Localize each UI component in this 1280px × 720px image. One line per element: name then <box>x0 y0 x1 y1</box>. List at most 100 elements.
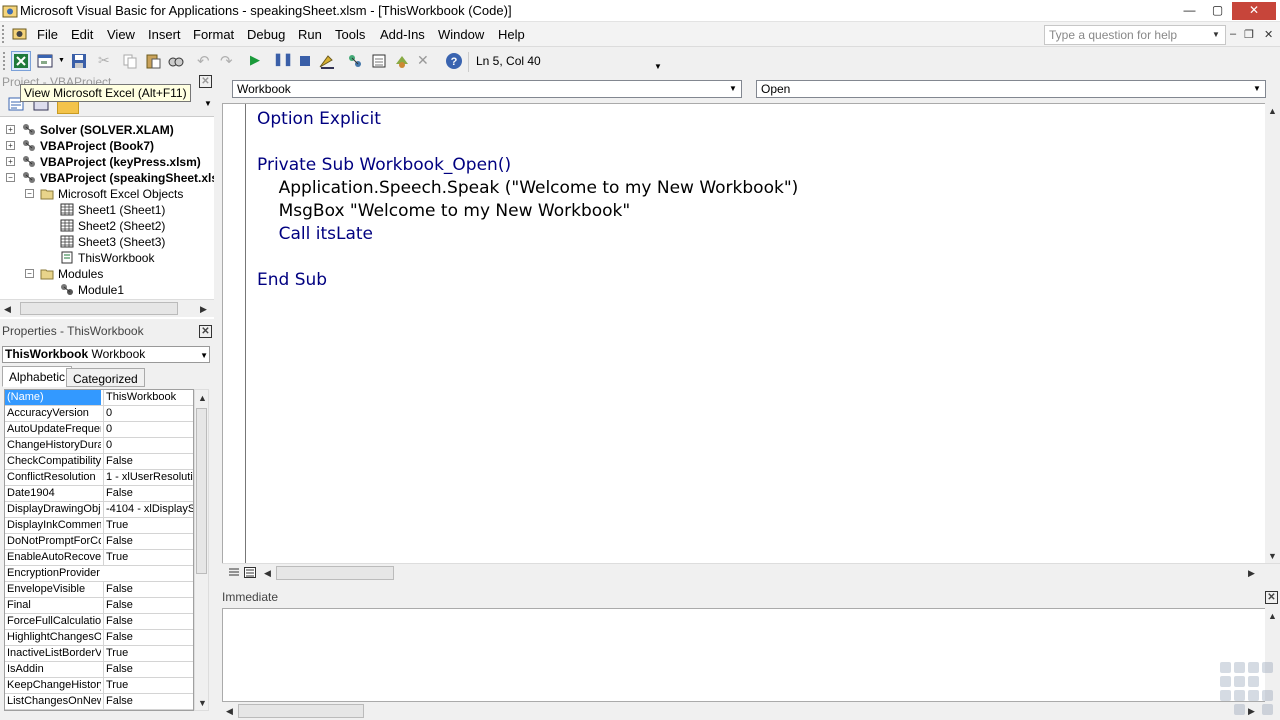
paste-icon[interactable] <box>144 52 162 70</box>
property-value[interactable]: False <box>103 630 193 645</box>
code-line-1[interactable]: Option Explicit <box>257 109 381 129</box>
property-value[interactable]: False <box>103 662 193 677</box>
object-dropdown[interactable]: Workbook ▼ <box>232 80 742 98</box>
property-row[interactable]: ConflictResolution 1 - xlUserResolution <box>5 470 193 486</box>
immediate-input[interactable] <box>222 608 1266 702</box>
code-vscrollbar[interactable]: ▲ ▼ <box>1265 103 1280 565</box>
properties-object-select[interactable]: ThisWorkbook Workbook ▼ <box>2 346 210 363</box>
project-explorer-close-icon[interactable]: ✕ <box>199 75 212 88</box>
vba-app-icon[interactable] <box>2 3 18 19</box>
property-value[interactable]: False <box>103 582 193 597</box>
cut-icon[interactable]: ✂ <box>98 52 116 70</box>
minimize-button[interactable]: — <box>1176 2 1203 20</box>
object-browser-icon[interactable] <box>393 52 411 70</box>
tab-alphabetic[interactable]: Alphabetic <box>2 366 73 387</box>
toolbar-options-icon[interactable]: ▼ <box>654 62 662 71</box>
insert-dropdown-icon[interactable]: ▼ <box>58 57 65 64</box>
menu-debug[interactable]: Debug <box>247 27 285 42</box>
menu-grip[interactable] <box>2 25 6 43</box>
property-value[interactable]: False <box>103 534 193 549</box>
help-search-input[interactable]: Type a question for help <box>1044 25 1226 45</box>
mdi-close-button[interactable]: ✕ <box>1264 28 1273 41</box>
chevron-down-icon[interactable]: ▼ <box>200 348 208 363</box>
menu-add-ins[interactable]: Add-Ins <box>380 27 425 42</box>
toolbox-icon[interactable]: ✕ <box>417 52 435 70</box>
property-row[interactable]: AccuracyVersion 0 <box>5 406 193 422</box>
tree-sheet3[interactable]: Sheet3 (Sheet3) <box>60 234 165 250</box>
property-value[interactable]: True <box>103 518 193 533</box>
property-value[interactable]: False <box>103 454 193 469</box>
full-module-view-icon[interactable] <box>244 567 256 578</box>
immediate-close-icon[interactable]: ✕ <box>1265 591 1278 604</box>
collapse-speakingsheet-icon[interactable]: − <box>6 173 15 182</box>
maximize-button[interactable]: ▢ <box>1204 2 1231 20</box>
insert-userform-icon[interactable] <box>36 52 54 70</box>
expand-book7-icon[interactable]: + <box>6 141 15 150</box>
scroll-up-icon[interactable]: ▲ <box>198 393 207 403</box>
menu-view[interactable]: View <box>107 27 135 42</box>
expand-keypress-icon[interactable]: + <box>6 157 15 166</box>
properties-window-icon[interactable] <box>370 52 388 70</box>
property-value[interactable]: -4104 - xlDisplayShapes <box>103 502 193 517</box>
code-margin[interactable] <box>223 104 246 564</box>
mdi-restore-button[interactable]: ❐ <box>1244 28 1254 41</box>
tree-sheet2[interactable]: Sheet2 (Sheet2) <box>60 218 165 234</box>
property-row[interactable]: AutoUpdateFrequency0 <box>5 422 193 438</box>
property-row[interactable]: EnableAutoRecover True <box>5 550 193 566</box>
property-value[interactable]: 1 - xlUserResolution <box>103 470 193 485</box>
property-value[interactable]: False <box>103 598 193 613</box>
scroll-thumb[interactable] <box>276 566 394 580</box>
tree-folder-excel-objects[interactable]: Microsoft Excel Objects <box>40 186 183 202</box>
run-icon[interactable]: ▶ <box>250 52 268 70</box>
code-line-5[interactable]: MsgBox "Welcome to my New Workbook" <box>257 201 631 221</box>
property-row[interactable]: ForceFullCalculation False <box>5 614 193 630</box>
menu-edit[interactable]: Edit <box>71 27 93 42</box>
collapse-excel-objects-icon[interactable]: − <box>25 189 34 198</box>
code-hscrollbar[interactable]: ◀ ▶ <box>222 563 1280 581</box>
tree-module1[interactable]: Module1 <box>60 282 124 298</box>
property-value[interactable]: 0 <box>103 406 193 421</box>
scroll-up-icon[interactable]: ▲ <box>1268 611 1277 621</box>
project-explorer-icon[interactable] <box>346 52 364 70</box>
property-row[interactable]: (Name) ThisWorkbook <box>5 390 193 406</box>
property-row[interactable]: KeepChangeHistory True <box>5 678 193 694</box>
property-row[interactable]: EnvelopeVisible False <box>5 582 193 598</box>
tree-thisworkbook[interactable]: ThisWorkbook <box>60 250 154 266</box>
property-row[interactable]: ListChangesOnNewSheetFalse <box>5 694 193 710</box>
code-line-4[interactable]: Application.Speech.Speak ("Welcome to my… <box>257 178 799 198</box>
property-value[interactable]: 0 <box>103 438 193 453</box>
property-row[interactable]: CheckCompatibility False <box>5 454 193 470</box>
scroll-left-icon[interactable]: ◀ <box>226 706 233 717</box>
view-excel-icon[interactable] <box>11 51 31 71</box>
menu-window[interactable]: Window <box>438 27 484 42</box>
menu-run[interactable]: Run <box>298 27 322 42</box>
scroll-left-icon[interactable]: ◀ <box>264 568 271 579</box>
menu-format[interactable]: Format <box>193 27 234 42</box>
scroll-thumb[interactable] <box>238 704 364 718</box>
find-icon[interactable] <box>167 52 185 70</box>
property-row[interactable]: DoNotPromptForConvertFalse <box>5 534 193 550</box>
code-line-6[interactable]: Call itsLate <box>257 224 373 244</box>
scroll-up-icon[interactable]: ▲ <box>1268 106 1277 116</box>
property-row[interactable]: InactiveListBorderVisibleTrue <box>5 646 193 662</box>
property-row[interactable]: IsAddin False <box>5 662 193 678</box>
property-row[interactable]: Final False <box>5 598 193 614</box>
scroll-right-icon[interactable]: ▶ <box>200 304 207 315</box>
menu-tools[interactable]: Tools <box>335 27 365 42</box>
property-value[interactable]: False <box>103 694 193 709</box>
scroll-thumb[interactable] <box>20 302 178 315</box>
toolbar-grip[interactable] <box>3 52 7 70</box>
code-line-3[interactable]: Private Sub Workbook_Open() <box>257 155 511 175</box>
properties-vscrollbar[interactable]: ▲ ▼ <box>194 389 209 711</box>
property-value[interactable]: True <box>103 550 193 565</box>
proj-toolbar-options-icon[interactable]: ▼ <box>204 99 212 108</box>
copy-icon[interactable] <box>121 52 139 70</box>
property-value[interactable]: ThisWorkbook <box>103 390 193 405</box>
expand-solver-icon[interactable]: + <box>6 125 15 134</box>
property-value[interactable]: False <box>103 486 193 501</box>
scroll-down-icon[interactable]: ▼ <box>198 698 207 708</box>
undo-icon[interactable]: ↶ <box>197 52 215 70</box>
help-icon[interactable]: ? <box>445 52 463 70</box>
tree-project-book7[interactable]: VBAProject (Book7) <box>22 138 154 154</box>
tree-project-speakingsheet[interactable]: VBAProject (speakingSheet.xlsm) <box>22 170 214 186</box>
